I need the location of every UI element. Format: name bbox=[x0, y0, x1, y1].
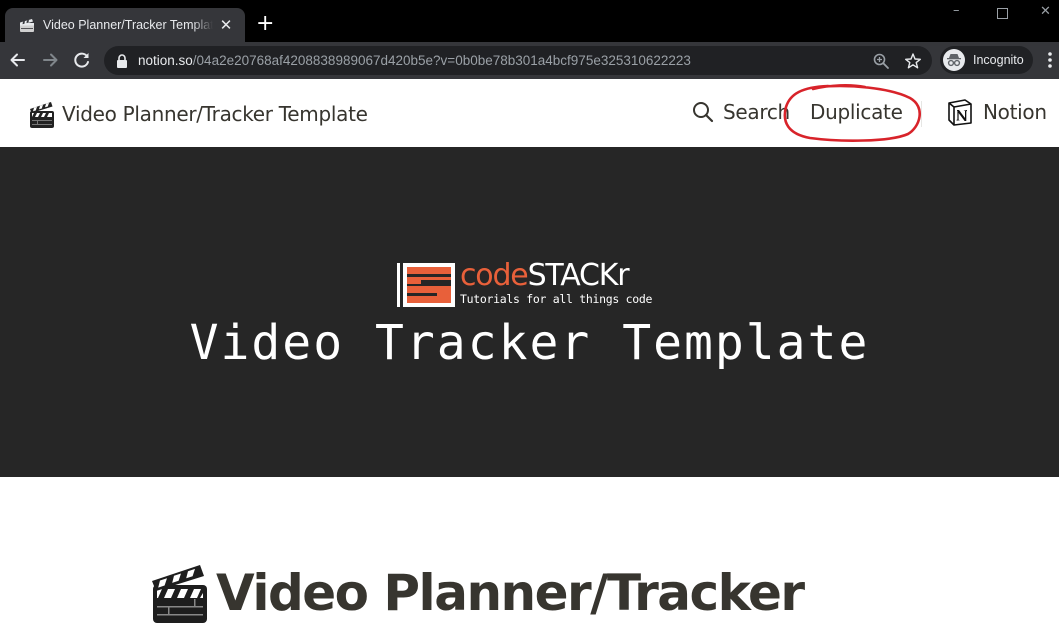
brand-name: codeSTACKr bbox=[460, 258, 630, 293]
clapperboard-icon[interactable] bbox=[150, 561, 210, 625]
forward-arrow-icon[interactable] bbox=[39, 49, 61, 71]
breadcrumb-title: Video Planner/Tracker Template bbox=[62, 102, 368, 126]
incognito-profile-button[interactable]: Incognito bbox=[940, 46, 1033, 74]
notion-home-button[interactable]: Notion bbox=[946, 98, 1047, 126]
cover-title: Video Tracker Template bbox=[189, 315, 870, 371]
back-arrow-icon[interactable] bbox=[7, 49, 29, 71]
duplicate-button[interactable]: Duplicate bbox=[810, 100, 903, 124]
minimize-icon[interactable]: – bbox=[953, 3, 960, 18]
maximize-icon[interactable] bbox=[997, 8, 1008, 19]
brand-tagline: Tutorials for all things code bbox=[460, 292, 653, 306]
search-label: Search bbox=[723, 100, 790, 124]
notion-label: Notion bbox=[983, 100, 1047, 124]
topbar-divider bbox=[921, 101, 922, 127]
browser-toolbar: notion.so/04a2e20768af4208838989067d420b… bbox=[0, 42, 1059, 79]
tab-close-icon[interactable]: ✕ bbox=[217, 16, 235, 34]
zoom-icon[interactable] bbox=[872, 52, 890, 70]
search-icon bbox=[693, 102, 714, 123]
address-bar[interactable]: notion.so/04a2e20768af4208838989067d420b… bbox=[104, 46, 932, 75]
codestackr-logo: codeSTACKr Tutorials for all things code bbox=[397, 258, 653, 307]
window-close-icon[interactable]: ✕ bbox=[1040, 4, 1051, 19]
page-cover: codeSTACKr Tutorials for all things code… bbox=[0, 147, 1059, 477]
browser-tab-active[interactable]: Video Planner/Tracker Template | Notion … bbox=[5, 8, 245, 42]
clapperboard-icon bbox=[20, 19, 34, 32]
bookmark-star-icon[interactable] bbox=[904, 52, 922, 70]
page-header: Video Planner/Tracker bbox=[150, 558, 805, 628]
incognito-icon bbox=[943, 49, 965, 71]
new-tab-icon[interactable]: + bbox=[256, 12, 274, 36]
page-title: Video Planner/Tracker bbox=[216, 564, 805, 622]
notion-topbar: Video Planner/Tracker Template Search Du… bbox=[0, 79, 1059, 147]
tab-title: Video Planner/Tracker Template | Notion bbox=[43, 18, 213, 32]
url-text: notion.so/04a2e20768af4208838989067d420b… bbox=[138, 53, 691, 68]
breadcrumb-page[interactable]: Video Planner/Tracker Template bbox=[28, 99, 368, 129]
search-button[interactable]: Search bbox=[692, 100, 790, 124]
lock-icon bbox=[117, 53, 127, 68]
reload-icon[interactable] bbox=[71, 49, 93, 71]
incognito-label: Incognito bbox=[973, 53, 1024, 67]
browser-title-bar: Video Planner/Tracker Template | Notion … bbox=[0, 0, 1059, 42]
stack-logo-icon bbox=[397, 263, 455, 307]
notion-logo-icon bbox=[948, 99, 972, 126]
kebab-menu-icon[interactable] bbox=[1046, 50, 1054, 70]
clapperboard-icon bbox=[30, 102, 54, 128]
